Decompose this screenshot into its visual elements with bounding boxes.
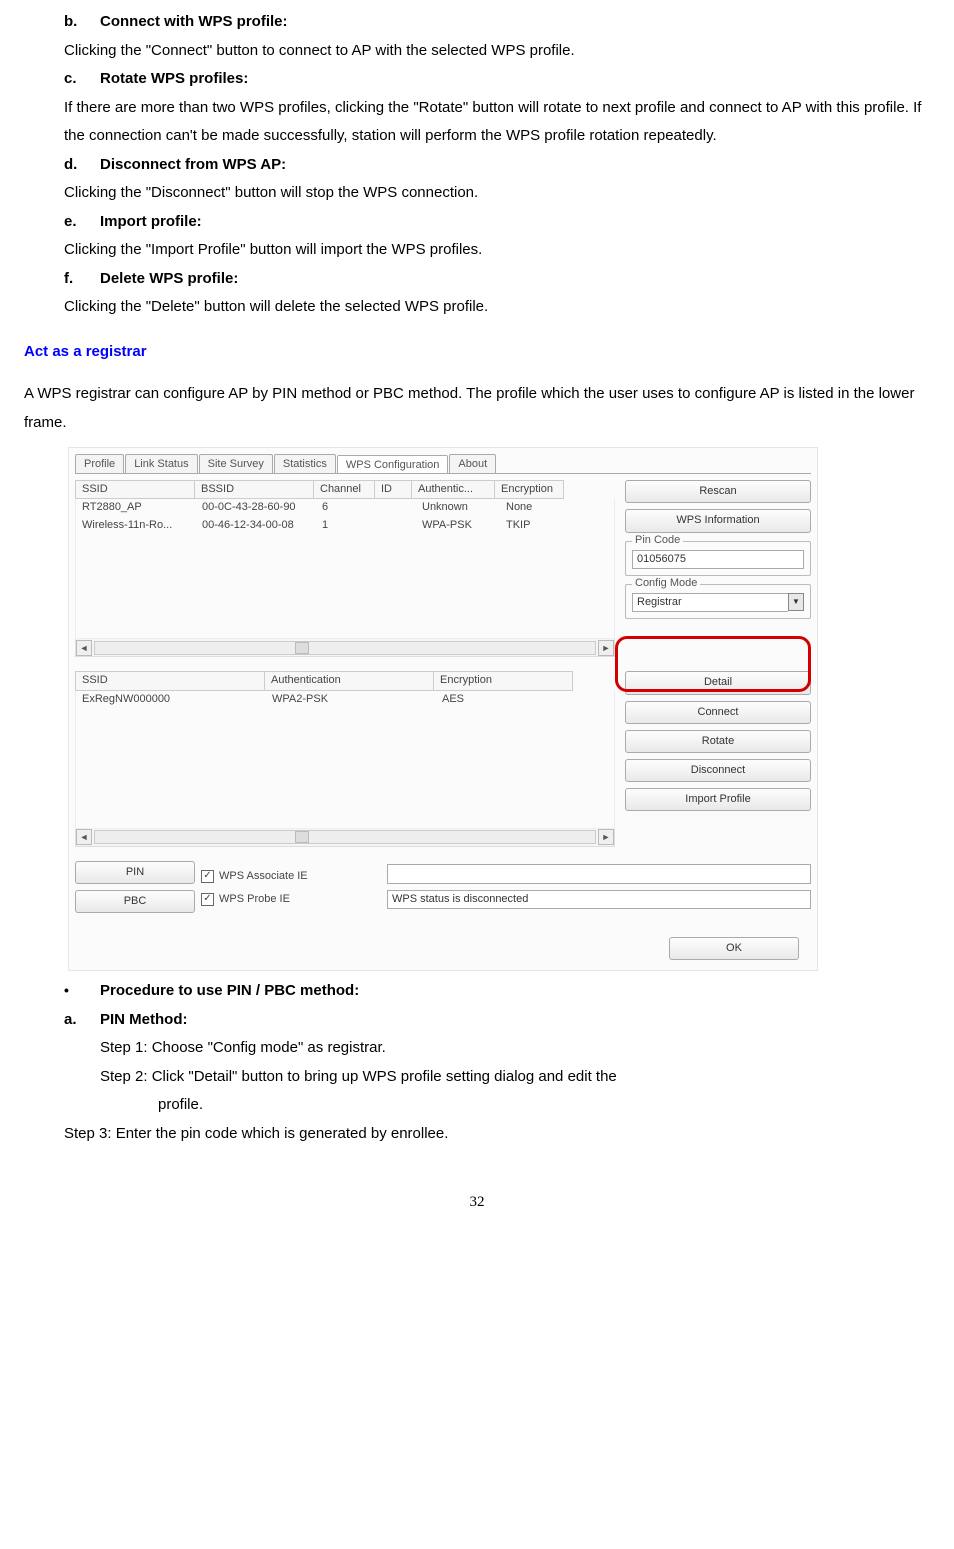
col-bssid[interactable]: BSSID — [194, 480, 314, 499]
ap-row[interactable]: Wireless-11n-Ro... 00-46-12-34-00-08 1 W… — [76, 517, 614, 534]
wps-config-screenshot: Profile Link Status Site Survey Statisti… — [68, 447, 818, 971]
ap-row[interactable]: RT2880_AP 00-0C-43-28-60-90 6 Unknown No… — [76, 499, 614, 516]
item-b-title: b.Connect with WPS profile: — [64, 8, 930, 37]
col-id[interactable]: ID — [374, 480, 412, 499]
ap-list: SSID BSSID Channel ID Authentic... Encry… — [75, 480, 615, 657]
rescan-button[interactable]: Rescan — [625, 480, 811, 503]
profile-list: SSID Authentication Encryption ExRegNW00… — [75, 671, 615, 846]
tab-profile[interactable]: Profile — [75, 454, 124, 473]
item-e-title: e.Import profile: — [64, 208, 930, 237]
item-c-title: c.Rotate WPS profiles: — [64, 65, 930, 94]
page-number: 32 — [24, 1188, 930, 1217]
tab-wps-configuration[interactable]: WPS Configuration — [337, 455, 449, 474]
profile-row[interactable]: ExRegNW000000 WPA2-PSK AES — [76, 691, 614, 708]
pcol-ssid[interactable]: SSID — [75, 671, 265, 690]
scroll-right-icon[interactable]: ► — [598, 829, 614, 845]
ok-button[interactable]: OK — [669, 937, 799, 960]
wps-info-button[interactable]: WPS Information — [625, 509, 811, 532]
item-f-text: Clicking the "Delete" button will delete… — [64, 293, 930, 322]
import-profile-button[interactable]: Import Profile — [625, 788, 811, 811]
pin-button[interactable]: PIN — [75, 861, 195, 884]
procedure-heading: •Procedure to use PIN / PBC method: — [64, 977, 930, 1006]
checkbox-checked-icon: ✓ — [201, 893, 214, 906]
tab-statistics[interactable]: Statistics — [274, 454, 336, 473]
pbc-button[interactable]: PBC — [75, 890, 195, 913]
wps-probe-ie-checkbox[interactable]: ✓WPS Probe IE — [201, 893, 381, 906]
checkbox-checked-icon: ✓ — [201, 870, 214, 883]
item-e-text: Clicking the "Import Profile" button wil… — [64, 236, 930, 265]
pcol-auth[interactable]: Authentication — [264, 671, 434, 690]
connect-button[interactable]: Connect — [625, 701, 811, 724]
step-2-line1: Step 2: Click "Detail" button to bring u… — [100, 1063, 930, 1092]
config-mode-group: Config Mode Registrar ▼ — [625, 584, 811, 619]
pin-code-input[interactable]: 01056075 — [632, 550, 804, 569]
tab-site-survey[interactable]: Site Survey — [199, 454, 273, 473]
col-auth[interactable]: Authentic... — [411, 480, 495, 499]
wps-status-field: WPS status is disconnected — [387, 890, 811, 909]
item-c-text: If there are more than two WPS profiles,… — [64, 94, 930, 151]
step-1: Step 1: Choose "Config mode" as registra… — [100, 1034, 930, 1063]
tab-about[interactable]: About — [449, 454, 496, 473]
tab-bar: Profile Link Status Site Survey Statisti… — [69, 448, 817, 473]
hscroll[interactable]: ◄ ► — [75, 639, 615, 657]
scroll-left-icon[interactable]: ◄ — [76, 829, 92, 845]
rotate-button[interactable]: Rotate — [625, 730, 811, 753]
registrar-intro: A WPS registrar can configure AP by PIN … — [24, 380, 930, 437]
wps-associate-ie-checkbox[interactable]: ✓WPS Associate IE — [201, 870, 381, 883]
pcol-enc[interactable]: Encryption — [433, 671, 573, 690]
scroll-left-icon[interactable]: ◄ — [76, 640, 92, 656]
col-enc[interactable]: Encryption — [494, 480, 564, 499]
item-d-title: d.Disconnect from WPS AP: — [64, 151, 930, 180]
item-f-title: f.Delete WPS profile: — [64, 265, 930, 294]
tab-link-status[interactable]: Link Status — [125, 454, 197, 473]
col-ssid[interactable]: SSID — [75, 480, 195, 499]
config-mode-select[interactable]: Registrar ▼ — [632, 593, 804, 612]
pin-code-group: Pin Code 01056075 — [625, 541, 811, 576]
hscroll-2[interactable]: ◄ ► — [75, 829, 615, 847]
progress-field — [387, 864, 811, 884]
detail-button[interactable]: Detail — [625, 671, 811, 694]
pin-method-title: a.PIN Method: — [64, 1006, 930, 1035]
chevron-down-icon[interactable]: ▼ — [788, 593, 804, 611]
step-3: Step 3: Enter the pin code which is gene… — [64, 1120, 930, 1149]
step-2-line2: profile. — [158, 1091, 930, 1120]
item-d-text: Clicking the "Disconnect" button will st… — [64, 179, 930, 208]
item-b-text: Clicking the "Connect" button to connect… — [64, 37, 930, 66]
scroll-right-icon[interactable]: ► — [598, 640, 614, 656]
col-channel[interactable]: Channel — [313, 480, 375, 499]
disconnect-button[interactable]: Disconnect — [625, 759, 811, 782]
registrar-heading: Act as a registrar — [24, 338, 930, 367]
